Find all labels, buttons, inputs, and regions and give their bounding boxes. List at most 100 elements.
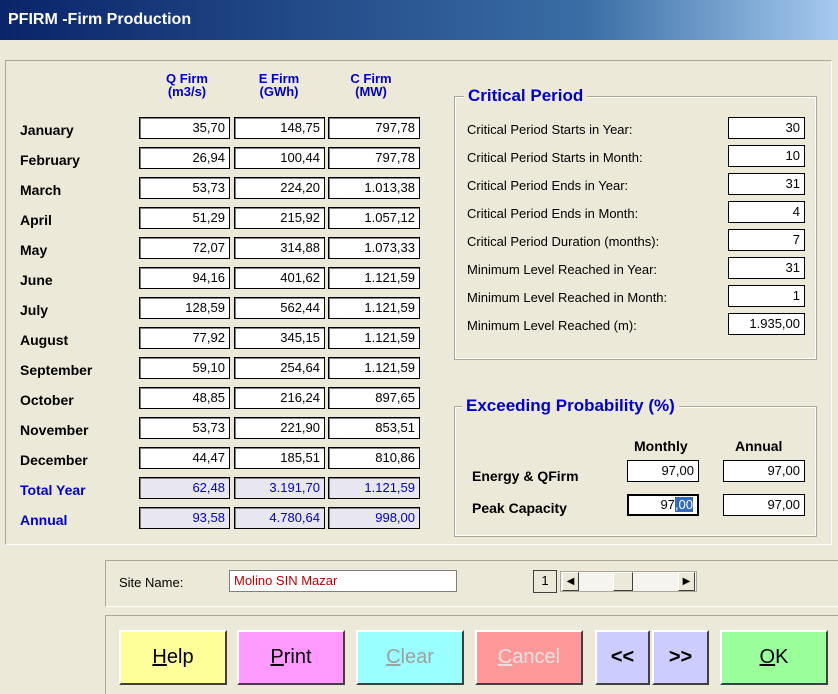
- critical-value[interactable]: 30: [728, 117, 805, 139]
- cell-q-firm[interactable]: 48,85: [139, 387, 230, 409]
- scroll-left-button[interactable]: ◀: [562, 572, 579, 591]
- clear-label: lear: [400, 646, 434, 668]
- peak-monthly-input[interactable]: 97,00: [627, 494, 699, 516]
- peak-annual-input[interactable]: 97,00: [723, 494, 805, 516]
- cell-e-firm[interactable]: 345,15: [234, 327, 325, 349]
- row-label: April: [20, 212, 52, 228]
- cell-c-firm[interactable]: 1.121,59: [328, 357, 420, 379]
- clear-button[interactable]: Clear: [356, 630, 464, 685]
- cell-c-firm[interactable]: 797,78: [328, 147, 420, 169]
- site-name-input[interactable]: Molino SIN Mazar: [229, 570, 457, 592]
- previous-button[interactable]: <<: [595, 630, 650, 685]
- col-header-c-line2: (MW): [355, 84, 387, 99]
- row-label: December: [20, 452, 88, 468]
- cell-c-firm[interactable]: 1.121,59: [328, 267, 420, 289]
- row-label: May: [20, 242, 48, 258]
- cell-c-firm[interactable]: 853,51: [328, 417, 420, 439]
- row-label: Total Year: [20, 482, 86, 498]
- cell-c-firm: 1.121,59: [328, 477, 420, 499]
- cell-c-firm[interactable]: 1.057,12: [328, 207, 420, 229]
- critical-value[interactable]: 1.935,00: [728, 313, 805, 335]
- row-label: August: [20, 332, 69, 348]
- record-scrollbar[interactable]: ◀ ▶: [560, 571, 697, 592]
- cell-q-firm[interactable]: 94,16: [139, 267, 230, 289]
- help-button[interactable]: Help: [119, 630, 227, 685]
- critical-value[interactable]: 10: [728, 145, 805, 167]
- cell-q-firm[interactable]: 53,73: [139, 177, 230, 199]
- print-label: rint: [283, 646, 312, 668]
- critical-value[interactable]: 4: [728, 201, 805, 223]
- title-bar: PFIRM -Firm Production: [0, 0, 838, 40]
- row-label: Annual: [20, 512, 68, 528]
- cell-q-firm[interactable]: 35,70: [139, 117, 230, 139]
- scroll-thumb[interactable]: [613, 572, 633, 591]
- critical-value[interactable]: 31: [728, 257, 805, 279]
- critical-label: Critical Period Duration (months):: [467, 234, 660, 249]
- energy-monthly-input[interactable]: 97,00: [627, 460, 699, 482]
- cell-e-firm[interactable]: 401,62: [234, 267, 325, 289]
- critical-label: Critical Period Ends in Month:: [467, 206, 639, 221]
- row-label: February: [20, 152, 80, 168]
- site-bar: [105, 560, 838, 607]
- print-button[interactable]: Print: [237, 630, 345, 685]
- cell-e-firm[interactable]: 314,88: [234, 237, 325, 259]
- cell-c-firm[interactable]: 1.013,38: [328, 177, 420, 199]
- arrow-right-icon: ▶: [682, 576, 691, 587]
- cancel-hotkey: C: [497, 646, 513, 668]
- cell-q-firm[interactable]: 26,94: [139, 147, 230, 169]
- exceeding-probability-title: Exceeding Probability (%): [462, 396, 679, 416]
- next-label: >>: [668, 646, 693, 668]
- cell-c-firm[interactable]: 1.121,59: [328, 327, 420, 349]
- energy-annual-input[interactable]: 97,00: [723, 460, 805, 482]
- critical-value[interactable]: 7: [728, 229, 805, 251]
- cell-e-firm[interactable]: 562,44: [234, 297, 325, 319]
- ok-label: K: [775, 646, 789, 668]
- cell-q-firm[interactable]: 128,59: [139, 297, 230, 319]
- next-button[interactable]: >>: [652, 630, 709, 685]
- cell-e-firm: 4.780,64: [234, 507, 325, 529]
- cell-e-firm[interactable]: 216,24: [234, 387, 325, 409]
- clear-hotkey: C: [386, 646, 401, 668]
- col-header-e-line2: (GWh): [259, 84, 299, 99]
- cell-c-firm[interactable]: 810,86: [328, 447, 420, 469]
- row-label: July: [20, 302, 49, 318]
- ok-button[interactable]: OK: [720, 630, 828, 685]
- peak-capacity-label: Peak Capacity: [472, 500, 567, 516]
- col-header-e-firm: E Firm (GWh): [234, 72, 324, 98]
- scroll-right-button[interactable]: ▶: [678, 572, 695, 591]
- cancel-button[interactable]: Cancel: [475, 630, 583, 685]
- cell-q-firm[interactable]: 59,10: [139, 357, 230, 379]
- cell-e-firm[interactable]: 221,90: [234, 417, 325, 439]
- peak-monthly-text: 97: [660, 497, 675, 512]
- help-hotkey: H: [152, 646, 167, 668]
- cell-c-firm[interactable]: 797,78: [328, 117, 420, 139]
- critical-value[interactable]: 31: [728, 173, 805, 195]
- peak-monthly-selection: ,00: [674, 497, 693, 512]
- cell-q-firm[interactable]: 51,29: [139, 207, 230, 229]
- cell-e-firm[interactable]: 185,51: [234, 447, 325, 469]
- cell-c-firm[interactable]: 1.073,33: [328, 237, 420, 259]
- cell-c-firm[interactable]: 1.121,59: [328, 297, 420, 319]
- cell-c-firm: 998,00: [328, 507, 420, 529]
- cell-e-firm: 3.191,70: [234, 477, 325, 499]
- cell-q-firm[interactable]: 53,73: [139, 417, 230, 439]
- cell-q-firm: 62,48: [139, 477, 230, 499]
- window-title: PFIRM -Firm Production: [8, 11, 192, 28]
- cell-q-firm[interactable]: 44,47: [139, 447, 230, 469]
- cell-q-firm[interactable]: 72,07: [139, 237, 230, 259]
- critical-period-title: Critical Period: [464, 86, 588, 106]
- cell-e-firm[interactable]: 215,92: [234, 207, 325, 229]
- cell-e-firm[interactable]: 148,75: [234, 117, 325, 139]
- cell-q-firm[interactable]: 77,92: [139, 327, 230, 349]
- col-header-q-line2: (m3/s): [167, 84, 207, 99]
- critical-label: Critical Period Starts in Month:: [467, 150, 643, 165]
- cell-c-firm[interactable]: 897,65: [328, 387, 420, 409]
- cell-e-firm[interactable]: 100,44: [234, 147, 325, 169]
- cell-e-firm[interactable]: 224,20: [234, 177, 325, 199]
- cell-e-firm[interactable]: 254,64: [234, 357, 325, 379]
- critical-value[interactable]: 1: [728, 285, 805, 307]
- row-label: October: [20, 392, 74, 408]
- previous-label: <<: [610, 646, 635, 668]
- ok-hotkey: O: [759, 646, 776, 668]
- energy-qfirm-label: Energy & QFirm: [472, 468, 579, 484]
